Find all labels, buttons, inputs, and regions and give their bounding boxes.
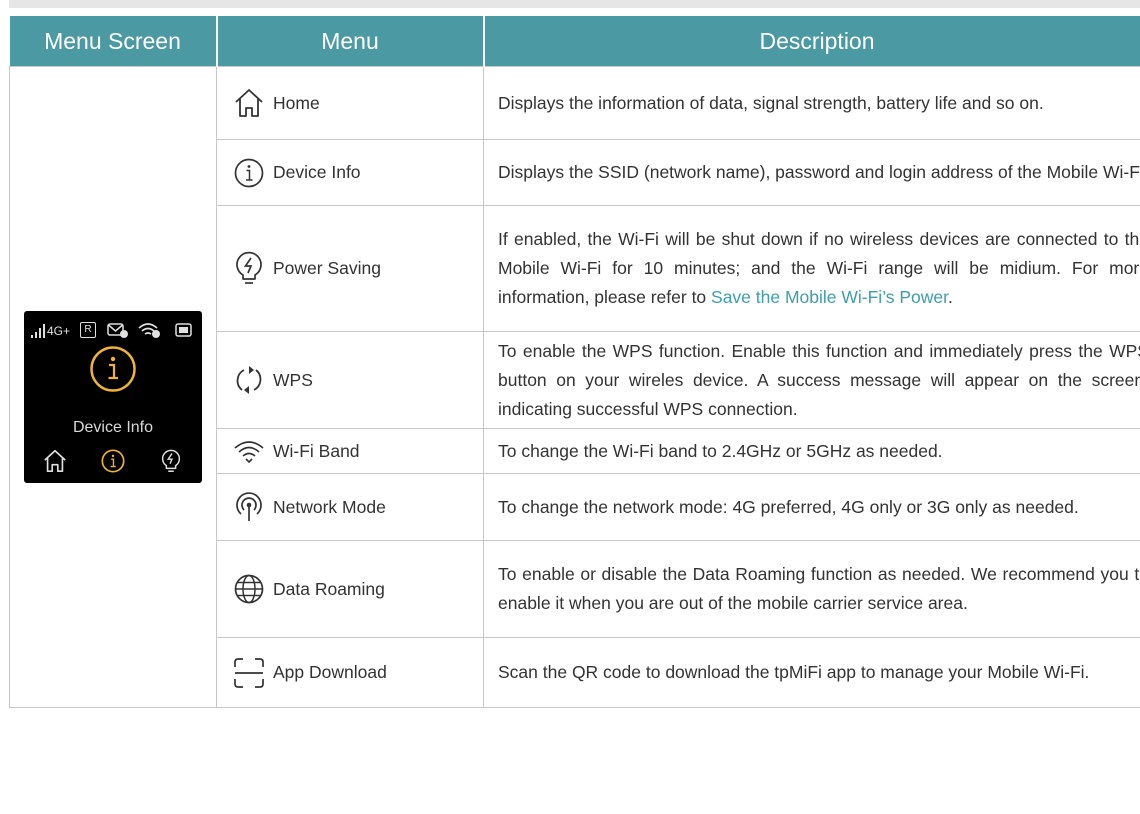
- qr-scan-icon: [234, 657, 264, 688]
- menu-cell-wifi-band: Wi-Fi Band: [216, 428, 484, 474]
- device-screen-title: Device Info: [72, 419, 154, 436]
- menu-cell-wps: WPS: [216, 331, 484, 429]
- network-type: 4G+: [47, 324, 71, 338]
- device-nav-bar: [24, 444, 202, 478]
- description-cell: To enable or disable the Data Roaming fu…: [483, 540, 1140, 638]
- menu-label: Data Roaming: [273, 578, 385, 599]
- menu-screen-cell: 4G+ R Device Info: [9, 66, 217, 708]
- battery-icon: [175, 323, 192, 337]
- header-menu: Menu: [216, 16, 485, 67]
- description-suffix: .: [948, 287, 953, 307]
- save-power-link[interactable]: Save the Mobile Wi-Fi’s Power: [711, 287, 948, 307]
- power-saving-icon: [161, 449, 181, 472]
- menu-cell-power-saving: Power Saving: [216, 205, 484, 332]
- info-icon: [234, 158, 264, 187]
- description-cell: Displays the information of data, signal…: [483, 66, 1140, 140]
- description-cell: If enabled, the Wi-Fi will be shut down …: [483, 205, 1140, 332]
- globe-icon: [234, 574, 264, 604]
- info-icon: [101, 449, 125, 473]
- device-info-big-icon: [90, 346, 136, 392]
- device-screen: 4G+ R Device Info: [24, 311, 202, 483]
- menu-cell-network-mode: Network Mode: [216, 473, 484, 541]
- description-cell: Scan the QR code to download the tpMiFi …: [483, 637, 1140, 708]
- message-icon: [107, 323, 128, 338]
- home-icon: [235, 89, 263, 117]
- wps-icon: [236, 366, 262, 394]
- menu-label: Wi-Fi Band: [273, 440, 360, 461]
- description-cell: Displays the SSID (network name), passwo…: [483, 139, 1140, 206]
- signal-icon: [31, 324, 45, 338]
- menu-label: WPS: [273, 369, 313, 390]
- network-mode-icon: [236, 492, 262, 521]
- home-icon: [44, 449, 66, 473]
- top-rule: [9, 0, 1140, 8]
- menu-label: Device Info: [273, 162, 361, 182]
- wifi-status-icon: [138, 323, 160, 338]
- menu-label: App Download: [273, 662, 387, 682]
- roaming-badge: R: [80, 322, 96, 338]
- status-bar: 4G+ R: [30, 321, 198, 343]
- menu-cell-app-download: App Download: [216, 637, 484, 708]
- header-description: Description: [483, 16, 1140, 67]
- menu-cell-home: Home: [216, 66, 484, 140]
- power-saving-icon: [236, 251, 262, 284]
- description-cell: To enable the WPS function. Enable this …: [483, 331, 1140, 429]
- description-cell: To change the network mode: 4G preferred…: [483, 473, 1140, 541]
- wifi-icon: [234, 441, 264, 463]
- description-cell: To change the Wi-Fi band to 2.4GHz or 5G…: [483, 428, 1140, 474]
- table-row: 4G+ R Device Info Home Displays the info…: [9, 66, 1140, 708]
- menu-label: Home: [273, 92, 320, 113]
- menu-label: Network Mode: [273, 496, 386, 517]
- header-menu-screen: Menu Screen: [9, 16, 218, 67]
- menu-label: Power Saving: [273, 258, 381, 278]
- menu-cell-device-info: Device Info: [216, 139, 484, 206]
- menu-cell-data-roaming: Data Roaming: [216, 540, 484, 638]
- menu-table: Menu Screen Menu Description 4G+ R Devic…: [9, 16, 1140, 708]
- table-header-row: Menu Screen Menu Description: [9, 16, 1140, 67]
